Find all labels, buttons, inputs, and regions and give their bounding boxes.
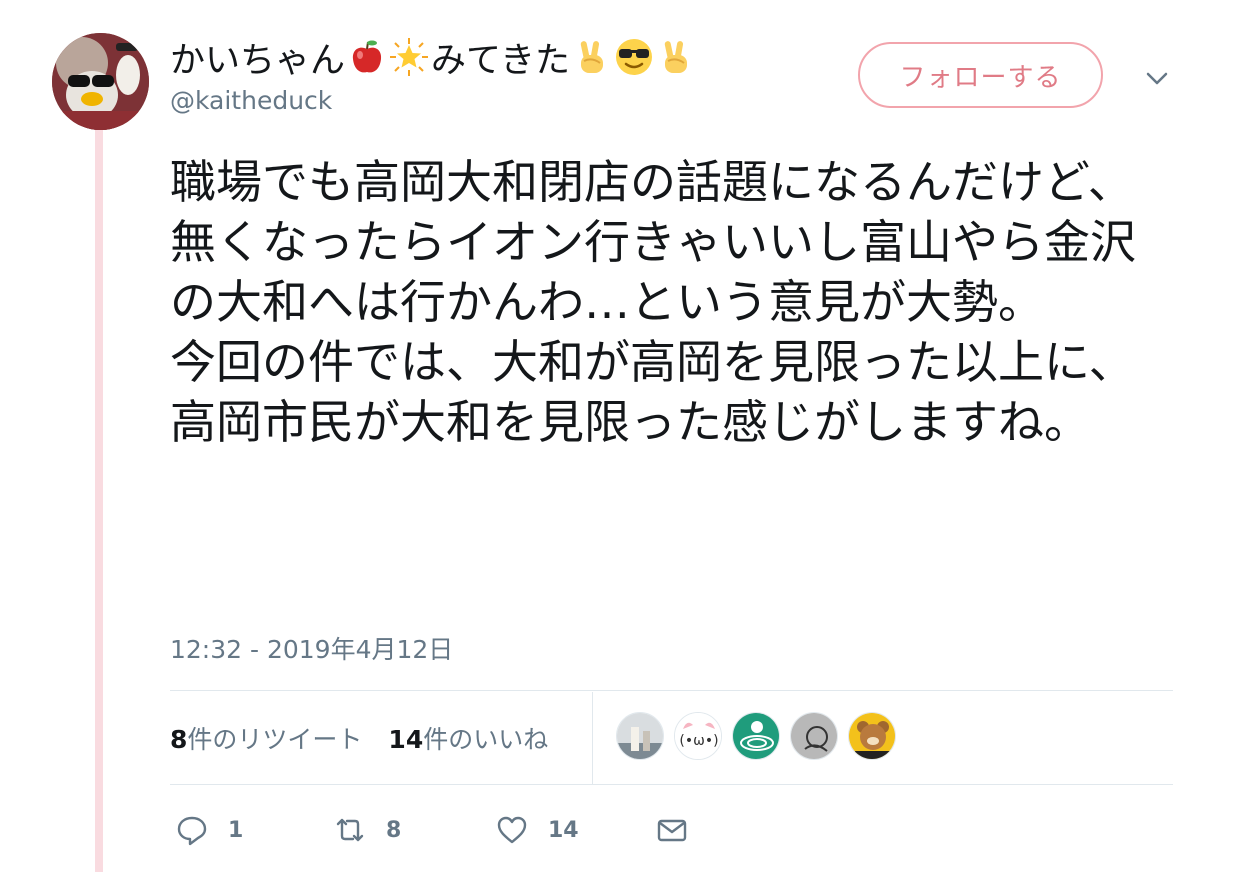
retweet-stat[interactable]: 8件のリツイート: [170, 720, 362, 756]
like-count: 14: [548, 817, 579, 843]
sunglasses-face-icon: [614, 37, 654, 77]
tweet-actions: 1 8 14: [176, 810, 688, 850]
like-stat-count: 14: [388, 725, 424, 754]
heart-icon: [497, 816, 527, 844]
like-stat[interactable]: 14件のいいね: [388, 720, 548, 756]
thread-line: [95, 130, 103, 872]
retweet-icon: [336, 818, 364, 842]
victory-hand-icon: [572, 37, 612, 77]
liker-avatar[interactable]: (•ω•): [674, 712, 722, 760]
chevron-down-icon[interactable]: [1142, 64, 1172, 94]
like-button[interactable]: 14: [496, 814, 656, 846]
avatar[interactable]: [52, 33, 149, 130]
display-name-row[interactable]: かいちゃん みてきた: [170, 32, 696, 83]
follow-button[interactable]: フォローする: [858, 42, 1103, 108]
direct-message-button[interactable]: [656, 814, 688, 846]
liker-avatar[interactable]: [790, 712, 838, 760]
retweet-button[interactable]: 8: [334, 814, 496, 846]
tweet-text: 職場でも高岡大和閉店の話題になるんだけど、無くなったらイオン行きゃいいし富山やら…: [170, 155, 1136, 449]
user-handle[interactable]: @kaitheduck: [170, 86, 332, 115]
tweet-timestamp[interactable]: 12:32 - 2019年4月12日: [170, 630, 453, 666]
divider-bottom: [170, 784, 1173, 785]
display-name-suffix[interactable]: みてきた: [431, 32, 570, 83]
apple-icon: [347, 37, 387, 77]
liker-avatar[interactable]: [848, 712, 896, 760]
reply-button[interactable]: 1: [176, 814, 334, 846]
svg-text:(•ω•): (•ω•): [679, 733, 718, 749]
like-stat-label: 件のいいね: [423, 725, 549, 754]
victory-hand-icon: [656, 37, 696, 77]
liker-avatar[interactable]: [732, 712, 780, 760]
reply-count: 1: [228, 817, 244, 843]
retweet-stat-label: 件のリツイート: [187, 725, 363, 754]
liker-avatars: (•ω•): [616, 712, 896, 760]
retweet-stat-count: 8: [170, 725, 188, 754]
envelope-icon: [657, 819, 687, 842]
stats-separator: [592, 692, 593, 784]
display-name[interactable]: かいちゃん: [170, 32, 345, 83]
engagement-stats: 8件のリツイート 14件のいいね: [170, 720, 574, 756]
retweet-count: 8: [386, 817, 402, 843]
divider-top: [170, 690, 1173, 691]
reply-icon: [177, 816, 207, 846]
glowing-star-icon: [389, 37, 429, 77]
liker-avatar[interactable]: [616, 712, 664, 760]
